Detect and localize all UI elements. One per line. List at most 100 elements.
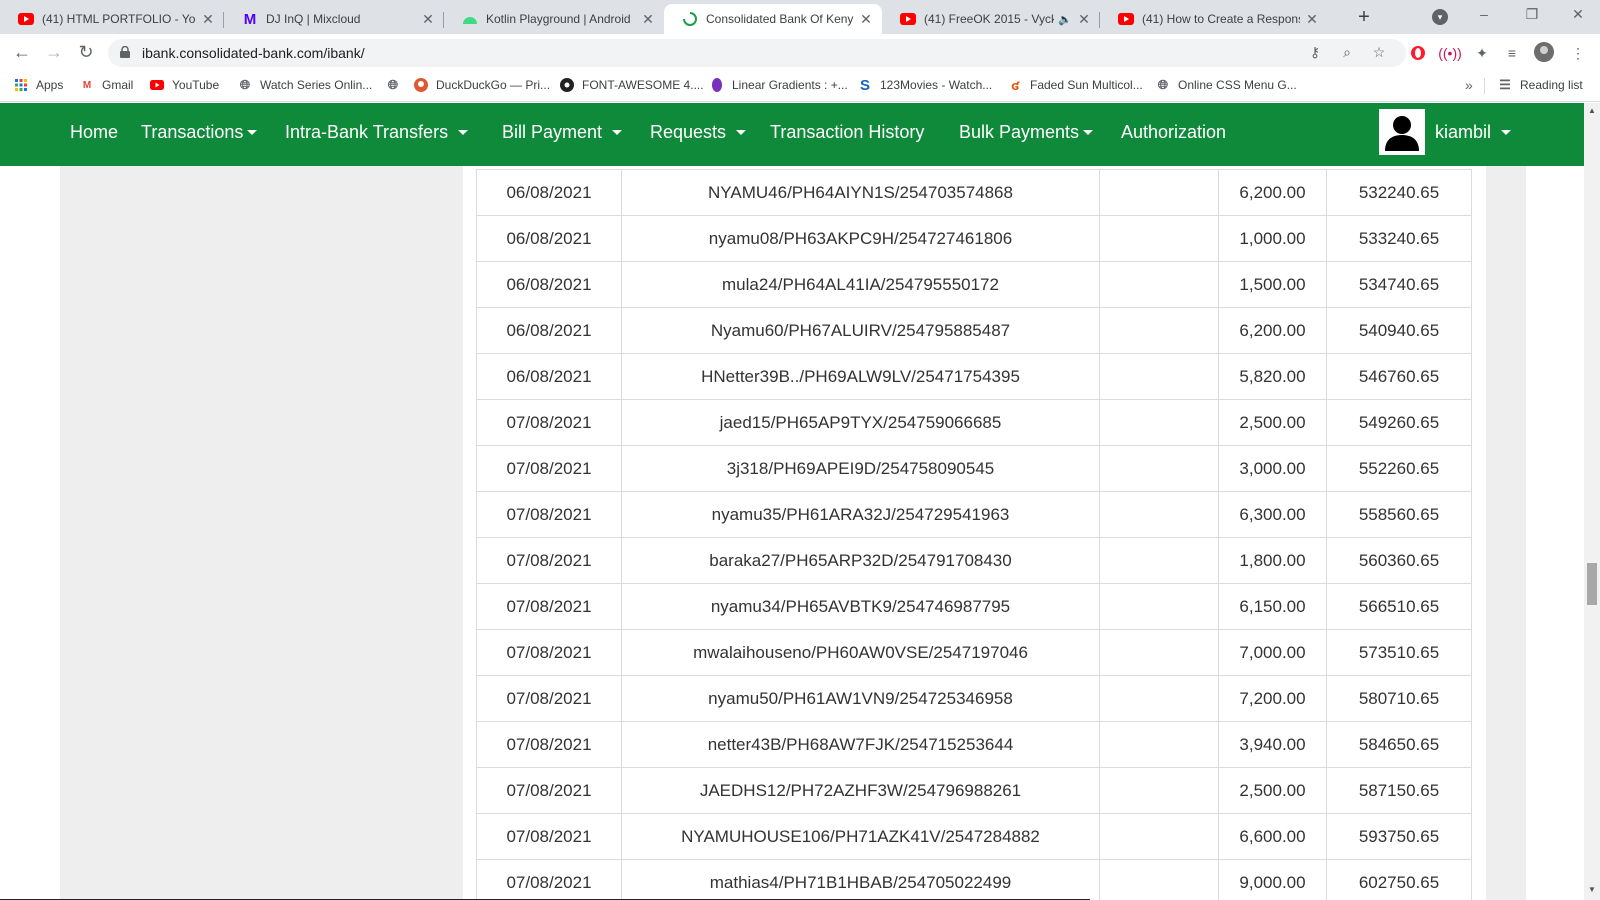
amount-cell: 6,200.00 — [1218, 307, 1327, 354]
table-row[interactable]: 07/08/2021 jaed15/PH65AP9TYX/254759066685… — [476, 399, 1472, 446]
profile-avatar-icon[interactable] — [1534, 42, 1554, 62]
close-tab-icon[interactable]: ✕ — [1076, 11, 1092, 28]
new-tab-button[interactable]: + — [1352, 6, 1376, 30]
nav-authorization[interactable]: Authorization — [1121, 122, 1226, 143]
close-window-icon[interactable]: ✕ — [1568, 6, 1588, 23]
nav-transaction-history[interactable]: Transaction History — [770, 122, 924, 143]
table-row[interactable]: 07/08/2021 NYAMUHOUSE106/PH71AZK41V/25472… — [476, 813, 1472, 860]
page-scrollbar[interactable]: ▲ ▼ — [1584, 103, 1600, 900]
lock-icon — [120, 46, 130, 58]
transactions-table: 06/08/2021 NYAMU46/PH64AIYN1S/25470357486… — [476, 169, 1472, 900]
nav-intra-bank-transfers[interactable]: Intra-Bank Transfers — [285, 122, 469, 143]
key-icon[interactable]: ⚷ — [1306, 44, 1324, 61]
media-control-icon[interactable]: ≡ — [1502, 43, 1522, 63]
close-tab-icon[interactable]: ✕ — [420, 11, 436, 28]
browser-tab[interactable]: Kotlin Playground | Android ✕ — [444, 4, 664, 34]
minimize-icon[interactable]: – — [1474, 6, 1494, 22]
kebab-menu-icon[interactable]: ⋮ — [1568, 43, 1588, 63]
nav-home[interactable]: Home — [70, 122, 118, 143]
bookmark-faded-sun[interactable]: ʛ Faded Sun Multicol... — [1008, 78, 1143, 93]
globe-icon: 🌐︎ — [387, 77, 399, 92]
description-cell: Nyamu60/PH67ALUIRV/254795885487 — [621, 307, 1100, 354]
forward-arrow-icon[interactable]: → — [42, 40, 66, 64]
browser-toolbar: ← → ↻ ibank.consolidated-bank.com/ibank/… — [0, 34, 1600, 70]
bookmark-watch-series[interactable]: 🌐︎ Watch Series Onlin... — [238, 77, 372, 92]
scroll-up-arrow-icon[interactable]: ▲ — [1587, 106, 1597, 115]
description-cell: netter43B/PH68AW7FJK/254715253644 — [621, 721, 1100, 768]
table-row[interactable]: 06/08/2021 Nyamu60/PH67ALUIRV/25479588548… — [476, 307, 1472, 354]
youtube-icon — [900, 11, 916, 27]
caret-down-icon — [458, 130, 469, 135]
bookmark-123movies[interactable]: S 123Movies - Watch... — [858, 77, 993, 94]
user-menu[interactable]: kiambil — [1435, 122, 1512, 143]
balance-cell: 566510.65 — [1326, 583, 1472, 630]
bookmark-font-awesome[interactable]: FONT-AWESOME 4.... — [560, 78, 704, 92]
close-tab-icon[interactable]: ✕ — [858, 11, 874, 28]
bookmark-youtube[interactable]: YouTube — [150, 78, 219, 92]
table-row[interactable]: 07/08/2021 mwalaihouseno/PH60AW0VSE/25471… — [476, 629, 1472, 676]
table-row[interactable]: 06/08/2021 NYAMU46/PH64AIYN1S/25470357486… — [476, 169, 1472, 216]
table-row[interactable]: 06/08/2021 HNetter39B../PH69ALW9LV/254717… — [476, 353, 1472, 400]
tab-search-icon[interactable]: ▾ — [1432, 9, 1448, 25]
table-row[interactable]: 07/08/2021 nyamu35/PH61ARA32J/25472954196… — [476, 491, 1472, 538]
bookmark-duckduckgo[interactable]: DuckDuckGo — Pri... — [414, 78, 550, 92]
bookmark-linear-gradients[interactable]: Linear Gradients : +... — [710, 78, 848, 92]
back-arrow-icon[interactable]: ← — [10, 40, 34, 64]
browser-tab[interactable]: (41) HTML PORTFOLIO - YouT ✕ — [0, 4, 224, 34]
zoom-icon[interactable]: ⌕ — [1338, 44, 1356, 61]
browser-tab-active[interactable]: Consolidated Bank Of Kenya - ✕ — [664, 4, 882, 34]
nav-bulk-payments[interactable]: Bulk Payments — [959, 122, 1094, 143]
amount-cell: 1,000.00 — [1218, 215, 1327, 262]
bookmark-css-menu[interactable]: 🌐︎ Online CSS Menu G... — [1156, 77, 1297, 92]
restore-icon[interactable]: ❐ — [1522, 6, 1542, 23]
user-avatar[interactable] — [1379, 109, 1425, 155]
nav-transactions[interactable]: Transactions — [141, 122, 258, 143]
page-viewport: Home Transactions Intra-Bank Transfers B… — [0, 103, 1600, 900]
more-bookmarks-chevron[interactable]: » — [1465, 77, 1473, 93]
address-bar[interactable]: ibank.consolidated-bank.com/ibank/ ⚷ ⌕ ☆ — [108, 39, 1406, 67]
nav-requests[interactable]: Requests — [650, 122, 747, 143]
nav-bill-payment[interactable]: Bill Payment — [502, 122, 623, 143]
amount-cell: 6,600.00 — [1218, 813, 1327, 860]
table-row[interactable]: 07/08/2021 mathias4/PH71B1HBAB/2547050224… — [476, 859, 1472, 900]
bookmark-apps[interactable]: Apps — [14, 78, 63, 92]
bookmark-gmail[interactable]: M Gmail — [80, 78, 134, 92]
scroll-down-arrow-icon[interactable]: ▼ — [1587, 885, 1597, 894]
table-row[interactable]: 07/08/2021 nyamu34/PH65AVBTK9/25474698779… — [476, 583, 1472, 630]
description-cell: NYAMUHOUSE106/PH71AZK41V/2547284882 — [621, 813, 1100, 860]
caret-down-icon — [736, 130, 747, 135]
browser-tab[interactable]: M DJ InQ | Mixcloud ✕ — [224, 4, 444, 34]
bookmark-star-icon[interactable]: ☆ — [1370, 44, 1388, 61]
balance-cell: 580710.65 — [1326, 675, 1472, 722]
puzzle-extensions-icon[interactable]: ✦ — [1472, 43, 1492, 63]
table-row[interactable]: 07/08/2021 nyamu50/PH61AW1VN9/25472534695… — [476, 675, 1472, 722]
table-row[interactable]: 07/08/2021 JAEDHS12/PH72AZHF3W/2547969882… — [476, 767, 1472, 814]
table-row[interactable]: 06/08/2021 nyamu08/PH63AKPC9H/25472746180… — [476, 215, 1472, 262]
balance-cell: 532240.65 — [1326, 169, 1472, 216]
table-row[interactable]: 07/08/2021 3j318/PH69APEI9D/254758090545 3… — [476, 445, 1472, 492]
date-cell: 07/08/2021 — [476, 675, 622, 722]
bookmark-globe[interactable]: 🌐︎ — [386, 77, 408, 92]
table-row[interactable]: 06/08/2021 mula24/PH64AL41IA/254795550172… — [476, 261, 1472, 308]
browser-tab[interactable]: (41) How to Create a Respons ✕ — [1100, 4, 1328, 34]
broadcast-extension-icon[interactable]: ((•)) — [1438, 43, 1462, 63]
table-row[interactable]: 07/08/2021 netter43B/PH68AW7FJK/254715253… — [476, 721, 1472, 768]
opera-extension-icon[interactable] — [1408, 43, 1428, 63]
close-tab-icon[interactable]: ✕ — [200, 11, 216, 28]
close-tab-icon[interactable]: ✕ — [1304, 11, 1320, 28]
bookmark-label: Apps — [36, 78, 64, 92]
bookmark-label: 123Movies - Watch... — [880, 78, 993, 92]
debit-cell — [1099, 169, 1219, 216]
close-tab-icon[interactable]: ✕ — [640, 11, 656, 28]
scrollbar-thumb[interactable] — [1587, 563, 1597, 605]
debit-cell — [1099, 491, 1219, 538]
debit-cell — [1099, 721, 1219, 768]
browser-tab[interactable]: (41) FreeOK 2015 - Vyckie 🔈 ✕ — [882, 4, 1100, 34]
table-row[interactable]: 07/08/2021 baraka27/PH65ARP32D/2547917084… — [476, 537, 1472, 584]
reading-list-button[interactable]: ☰ Reading list — [1498, 77, 1583, 92]
reload-icon[interactable]: ↻ — [74, 40, 98, 64]
bookmark-label: Linear Gradients : +... — [732, 78, 848, 92]
speaker-icon[interactable]: 🔈 — [1058, 13, 1072, 26]
amount-cell: 2,500.00 — [1218, 399, 1327, 446]
tab-title: (41) HTML PORTFOLIO - YouT — [42, 12, 196, 26]
